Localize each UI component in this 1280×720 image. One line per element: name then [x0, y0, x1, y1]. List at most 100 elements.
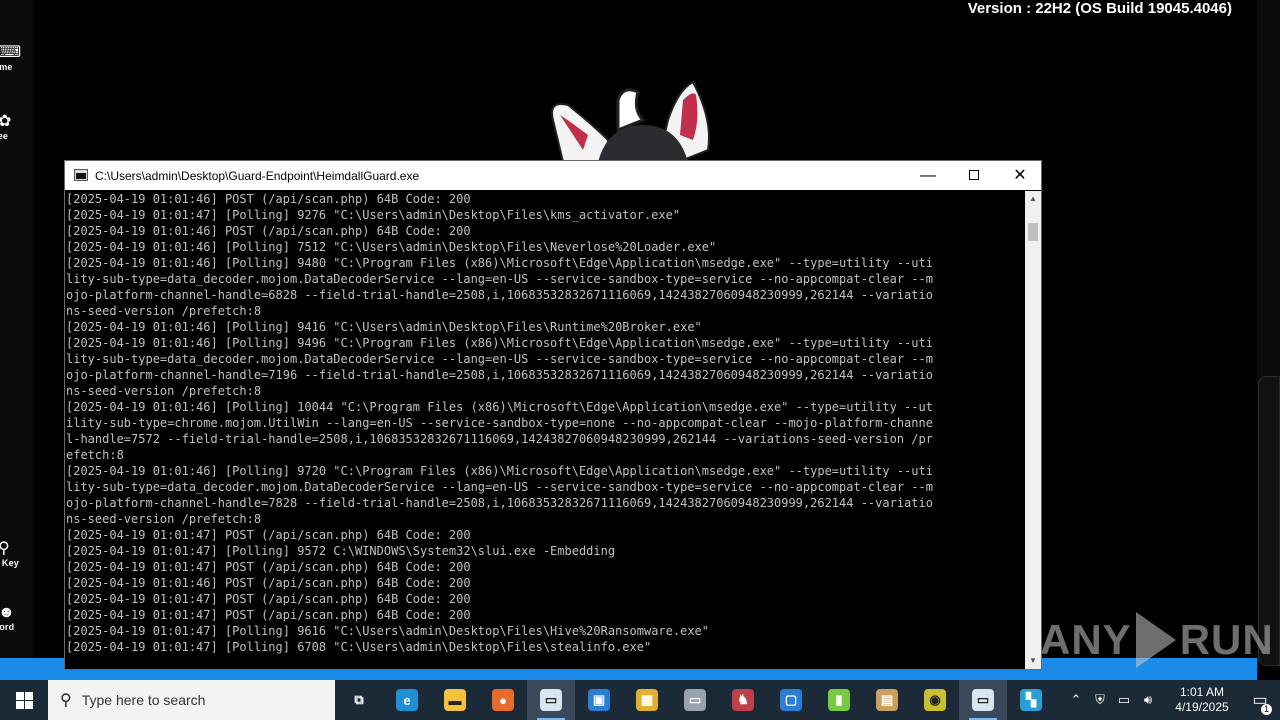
- taskbar-app-colored-app[interactable]: ▚: [1007, 680, 1055, 720]
- console-line: l-handle=7572 --field-trial-handle=2508,…: [66, 432, 933, 446]
- security-icon[interactable]: ⛨: [1088, 692, 1112, 708]
- window-title: C:\Users\admin\Desktop\Guard-Endpoint\He…: [95, 169, 420, 183]
- notification-center-button[interactable]: ▭ 1: [1240, 690, 1280, 715]
- scroll-up-arrow-icon[interactable]: ▲: [1025, 191, 1041, 207]
- key-icon: ⚲: [0, 540, 10, 557]
- taskbar-app-window-app[interactable]: ▢: [767, 680, 815, 720]
- watermark-text-left: ANY: [1040, 616, 1132, 663]
- console-line: lity-sub-type=data_decoder.mojom.DataDec…: [66, 352, 933, 366]
- search-placeholder: Type here to search: [81, 692, 206, 708]
- taskbar-app-edge[interactable]: e: [383, 680, 431, 720]
- console-line: ojo-platform-channel-handle=6828 --field…: [66, 288, 933, 302]
- console-line: lity-sub-type=data_decoder.mojom.DataDec…: [66, 272, 933, 286]
- chevron-up-icon[interactable]: ⌃: [1064, 692, 1088, 708]
- monitor-icon: ▣: [588, 689, 610, 711]
- desktop-shortcut-free[interactable]: ✿ ree: [0, 113, 33, 141]
- desktop-shortcut-label: ree: [0, 131, 9, 141]
- desktop: ⌨ ame ✿ ree ⚲ y Key ☻ cord Version : 22H…: [0, 0, 1280, 680]
- network-icon[interactable]: ▭: [1112, 692, 1136, 708]
- console-line: [2025-04-19 01:01:46] POST (/api/scan.ph…: [66, 192, 471, 206]
- start-button[interactable]: [0, 680, 48, 720]
- maximize-icon: [969, 169, 979, 180]
- discord-icon: ☻: [0, 604, 15, 621]
- console-line: [2025-04-19 01:01:47] [Polling] 9276 "C:…: [66, 208, 681, 222]
- console-line: [2025-04-19 01:01:47] [Polling] 6708 "C:…: [66, 640, 652, 654]
- disc-icon: ◉: [924, 689, 946, 711]
- console-titlebar[interactable]: C:\Users\admin\Desktop\Guard-Endpoint\He…: [65, 161, 1041, 190]
- search-icon: ⚲: [60, 692, 72, 709]
- taskbar-app-firefox[interactable]: ●: [479, 680, 527, 720]
- desktop-shortcut-label: y Key: [0, 558, 20, 568]
- scroll-thumb[interactable]: [1028, 223, 1038, 241]
- mascot-icon: ♞: [732, 689, 754, 711]
- minimize-button[interactable]: —: [905, 161, 951, 190]
- console-line: [2025-04-19 01:01:47] [Polling] 9572 C:\…: [66, 544, 616, 558]
- calendar-icon: ▤: [876, 689, 898, 711]
- clock-date: 4/19/2025: [1175, 700, 1229, 714]
- mascot-wallpaper-icon: [551, 80, 710, 162]
- desktop-left-icons: ⌨ ame ✿ ree ⚲ y Key ☻ cord: [0, 0, 33, 660]
- taskbar-app-task-view[interactable]: ⧉: [335, 680, 383, 720]
- play-icon: [1135, 612, 1176, 668]
- console-line: ns-seed-version /prefetch:8: [66, 384, 262, 398]
- console-icon: ▭: [972, 689, 994, 711]
- console-scrollbar[interactable]: ▲ ▼: [1025, 191, 1041, 669]
- console-line: [2025-04-19 01:01:46] POST (/api/scan.ph…: [66, 576, 471, 590]
- maximize-button[interactable]: [951, 161, 997, 190]
- desktop-shortcut-game[interactable]: ⌨ ame: [0, 44, 33, 72]
- console-line: [2025-04-19 01:01:46] [Polling] 9480 "C:…: [66, 256, 933, 270]
- volume-icon[interactable]: 🔊︎: [1136, 692, 1160, 708]
- console-line: [2025-04-19 01:01:46] [Polling] 10044 "C…: [66, 400, 933, 414]
- taskbar-app-calendar-app[interactable]: ▤: [863, 680, 911, 720]
- anyrun-watermark: ANY RUN: [1040, 612, 1274, 668]
- taskbar-app-file-explorer[interactable]: ▬: [431, 680, 479, 720]
- close-button[interactable]: ✕: [997, 161, 1043, 190]
- windows-logo-icon: [15, 691, 33, 709]
- console-lines: [2025-04-19 01:01:46] POST (/api/scan.ph…: [65, 191, 1025, 655]
- taskbar-app-remote-desktop[interactable]: ▣: [575, 680, 623, 720]
- desktop-shortcut-key[interactable]: ⚲ y Key: [0, 540, 33, 568]
- console-app-icon: [74, 169, 88, 181]
- gamepad-icon: ⌨: [0, 44, 22, 61]
- desktop-shortcut-discord[interactable]: ☻ cord: [0, 604, 33, 632]
- console-line: ojo-platform-channel-handle=7828 --field…: [66, 496, 933, 510]
- taskbar-clock[interactable]: 1:01 AM 4/19/2025: [1164, 685, 1240, 715]
- folder-icon: ▬: [444, 689, 466, 711]
- taskbar-app-console-window[interactable]: ▭: [527, 680, 575, 720]
- firefox-icon: ●: [492, 689, 514, 711]
- taskbar-search-box[interactable]: ⚲ Type here to search: [48, 680, 335, 720]
- chip-icon: ▦: [636, 689, 658, 711]
- desktop-shortcut-label: ame: [0, 62, 13, 72]
- taskbar-app-chip-app[interactable]: ▦: [623, 680, 671, 720]
- notification-count: 1: [1261, 704, 1272, 715]
- taskbar-app-console-window-2[interactable]: ▭: [959, 680, 1007, 720]
- console-line: ojo-platform-channel-handle=7196 --field…: [66, 368, 933, 382]
- console-line: ns-seed-version /prefetch:8: [66, 304, 262, 318]
- console-line: [2025-04-19 01:01:46] [Polling] 9416 "C:…: [66, 320, 702, 334]
- drive-icon: ▭: [684, 689, 706, 711]
- taskbar-app-disc-app[interactable]: ◉: [911, 680, 959, 720]
- os-version-text: Version : 22H2 (OS Build 19045.4046): [967, 0, 1232, 17]
- taskbar-app-green-app[interactable]: ▮: [815, 680, 863, 720]
- console-line: [2025-04-19 01:01:47] POST (/api/scan.ph…: [66, 560, 471, 574]
- window-icon: ▢: [780, 689, 802, 711]
- edge-icon: e: [396, 689, 418, 711]
- clock-time: 1:01 AM: [1179, 685, 1225, 699]
- taskbar-app-mascot-app[interactable]: ♞: [719, 680, 767, 720]
- taskbar-app-disk-app[interactable]: ▭: [671, 680, 719, 720]
- console-line: [2025-04-19 01:01:46] POST (/api/scan.ph…: [66, 224, 471, 238]
- console-line: ility-sub-type=chrome.mojom.UtilWin --la…: [66, 416, 933, 430]
- console-line: [2025-04-19 01:01:47] POST (/api/scan.ph…: [66, 592, 471, 606]
- console-line: [2025-04-19 01:01:47] [Polling] 9616 "C:…: [66, 624, 709, 638]
- taskbar-apps: ⧉ e ▬ ● ▭ ▣ ▦ ▭ ♞ ▢ ▮ ▤ ◉ ▭ ▚: [335, 680, 1055, 720]
- console-line: [2025-04-19 01:01:47] POST (/api/scan.ph…: [66, 528, 471, 542]
- console-output[interactable]: [2025-04-19 01:01:46] POST (/api/scan.ph…: [65, 191, 1025, 669]
- puzzle-icon: ✿: [0, 113, 12, 130]
- console-window[interactable]: C:\Users\admin\Desktop\Guard-Endpoint\He…: [64, 160, 1042, 670]
- console-line: [2025-04-19 01:01:46] [Polling] 7512 "C:…: [66, 240, 717, 254]
- scroll-down-arrow-icon[interactable]: ▼: [1025, 653, 1041, 669]
- app-icon: ▚: [1020, 689, 1042, 711]
- task-view-icon: ⧉: [348, 689, 370, 711]
- watermark-text-right: RUN: [1179, 616, 1274, 663]
- system-tray: ⌃ ⛨ ▭ 🔊︎ 1:01 AM 4/19/2025 ▭ 1: [1064, 680, 1280, 720]
